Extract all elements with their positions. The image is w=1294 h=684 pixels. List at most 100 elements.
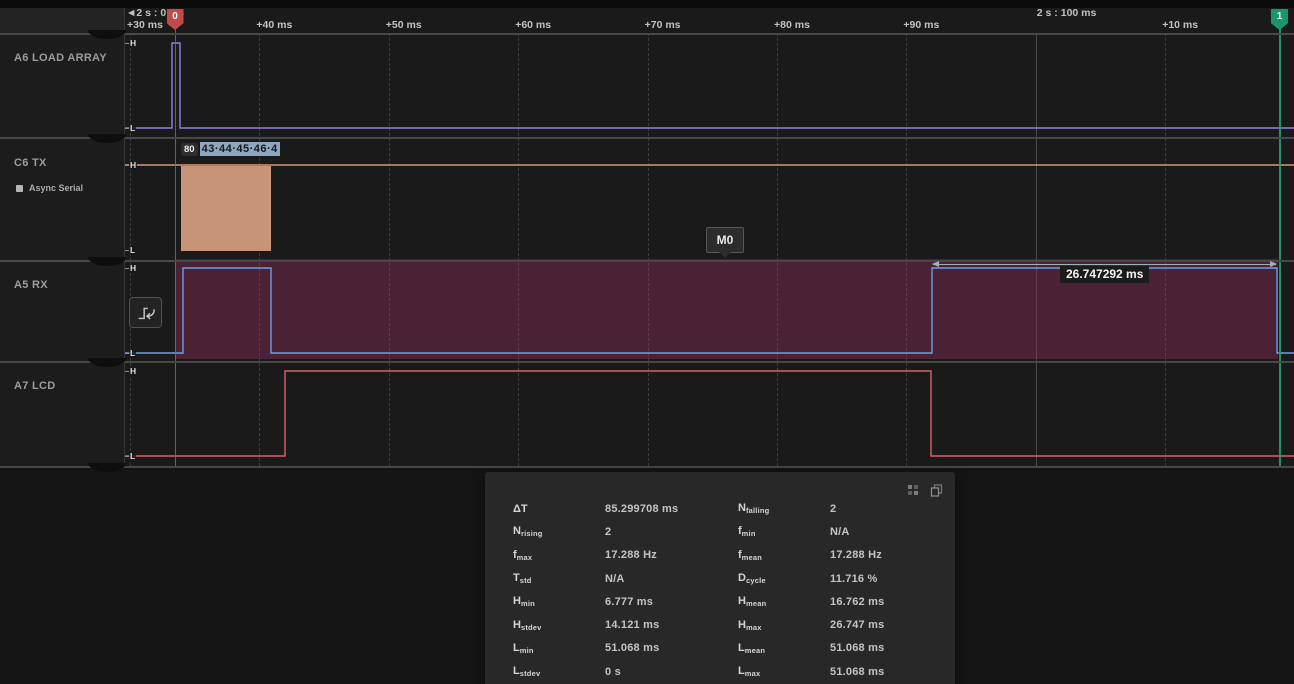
measurement-label: fmin <box>738 525 830 538</box>
measurement-value: 16.762 ms <box>830 596 955 608</box>
measurement-value: 17.288 Hz <box>830 549 955 561</box>
measurement-label: Lmean <box>738 642 830 655</box>
measurement-row: TstdN/ADcycle11.716 % <box>485 567 955 590</box>
measurement-label: Nrising <box>513 525 605 538</box>
sidebar-border <box>124 8 125 466</box>
pulse-width-label: 26.747292 ms <box>1060 266 1149 283</box>
level-label-high: H <box>129 161 137 170</box>
serial-annotation: 80 43·44·45·46·4 <box>181 141 280 157</box>
measurement-label: Hmean <box>738 595 830 608</box>
analyzer-item[interactable]: Async Serial <box>16 183 83 193</box>
measurement-label: ΔT <box>513 503 605 515</box>
level-label-low: L <box>129 349 136 358</box>
ruler-tick-label: +40 ms <box>256 19 292 31</box>
logic-analyzer-app: ◄2 s : 0 ms 2 s : 100 ms 80 43·44·45·46·… <box>0 0 1294 684</box>
measurement-label: Lmax <box>738 665 830 678</box>
level-label-high: H <box>129 367 137 376</box>
measurement-grid-button[interactable] <box>906 483 920 497</box>
measurement-row: Nrising2fminN/A <box>485 520 955 543</box>
level-label-low: L <box>129 246 136 255</box>
ruler-tick-label: +10 ms <box>1162 19 1198 31</box>
gridline <box>648 33 649 466</box>
jump-to-edge-button[interactable] <box>129 297 162 328</box>
measurement-value: 2 <box>830 503 955 515</box>
measurement-label: Dcycle <box>738 572 830 585</box>
panel-toolbar <box>906 483 943 497</box>
measurement-value: 0 s <box>605 666 738 678</box>
channel-name: A5 RX <box>14 279 48 291</box>
measurement-value: 51.068 ms <box>605 642 738 654</box>
ruler-tick-label: +60 ms <box>515 19 551 31</box>
copy-measurements-button[interactable] <box>929 483 943 497</box>
measurement-marker-label[interactable]: M0 <box>706 227 744 253</box>
level-label-high: H <box>129 39 137 48</box>
row-divider <box>0 260 1294 262</box>
channel-row-c6-tx[interactable]: C6 TX Async Serial <box>0 139 124 258</box>
pulse-width-arrow <box>933 264 1276 265</box>
channel-row-a6-load-array[interactable]: A6 LOAD ARRAY <box>0 34 124 136</box>
measurement-row: Hmin6.777 msHmean16.762 ms <box>485 590 955 613</box>
measurement-label: Tstd <box>513 572 605 585</box>
channel-row-a7-lcd[interactable]: A7 LCD <box>0 362 124 466</box>
edge-arrow-icon <box>135 303 157 323</box>
measurement-label: Lstdev <box>513 665 605 678</box>
measurement-value: 85.299708 ms <box>605 503 738 515</box>
measurement-label: fmax <box>513 549 605 562</box>
ruler-tick-label: +80 ms <box>774 19 810 31</box>
measurement-label: Lmin <box>513 642 605 655</box>
gridline <box>777 33 778 466</box>
measurement-label: fmean <box>738 549 830 562</box>
ruler-major-label: 2 s : 100 ms <box>1037 7 1097 19</box>
grid-icon <box>907 484 919 496</box>
measurement-rows: ΔT85.299708 msNfalling2Nrising2fminN/Afm… <box>485 497 955 683</box>
measurement-value: 14.121 ms <box>605 619 738 631</box>
measurement-label: Hstdev <box>513 619 605 632</box>
gridline-major <box>1036 33 1037 466</box>
measurement-value: 11.716 % <box>830 573 955 585</box>
row-divider <box>0 361 1294 363</box>
level-label-low: L <box>129 452 136 461</box>
ruler-tick-label: +70 ms <box>645 19 681 31</box>
measurement-row: Lmin51.068 msLmean51.068 ms <box>485 637 955 660</box>
level-label-low: L <box>129 124 136 133</box>
measurement-label: Hmin <box>513 595 605 608</box>
analyzer-label: Async Serial <box>29 183 83 193</box>
level-label-high: H <box>129 264 137 273</box>
ruler-tick-label: +30 ms <box>127 19 163 31</box>
annotation-bytes-selected[interactable]: 43·44·45·46·4 <box>200 142 280 156</box>
analyzer-icon <box>16 185 23 192</box>
gridline <box>1165 33 1166 466</box>
measurement-value: 51.068 ms <box>830 666 955 678</box>
row-divider <box>0 33 1294 35</box>
annotation-frame-badge: 80 <box>181 143 198 156</box>
measurement-details-panel: ΔT85.299708 msNfalling2Nrising2fminN/Afm… <box>485 472 955 684</box>
measurement-row: Lstdev0 sLmax51.068 ms <box>485 660 955 683</box>
measurement-label: Hmax <box>738 619 830 632</box>
ruler-tick-label: +90 ms <box>903 19 939 31</box>
measurement-value: N/A <box>605 573 738 585</box>
measurement-row: fmax17.288 Hzfmean17.288 Hz <box>485 544 955 567</box>
measurement-value: 17.288 Hz <box>605 549 738 561</box>
gridline <box>389 33 390 466</box>
channel-row-a5-rx[interactable]: A5 RX <box>0 261 124 359</box>
measurement-label: Nfalling <box>738 502 830 515</box>
gridline <box>518 33 519 466</box>
measurement-value: 2 <box>605 526 738 538</box>
channel-name: A7 LCD <box>14 380 56 392</box>
measurement-row: ΔT85.299708 msNfalling2 <box>485 497 955 520</box>
row-divider <box>0 466 1294 468</box>
gridline <box>906 33 907 466</box>
copy-icon <box>930 484 943 497</box>
ruler-tick-label: +50 ms <box>386 19 422 31</box>
channel-name: C6 TX <box>14 157 47 169</box>
measurement-value: 51.068 ms <box>830 642 955 654</box>
top-strip <box>0 0 1294 8</box>
measurement-value: 6.777 ms <box>605 596 738 608</box>
measurement-row: Hstdev14.121 msHmax26.747 ms <box>485 613 955 636</box>
timing-marker-line-0 <box>175 29 177 466</box>
measurement-value: 26.747 ms <box>830 619 955 631</box>
row-divider <box>0 137 1294 139</box>
channel-name: A6 LOAD ARRAY <box>14 52 107 64</box>
serial-burst-block <box>181 166 271 251</box>
measurement-value: N/A <box>830 526 955 538</box>
